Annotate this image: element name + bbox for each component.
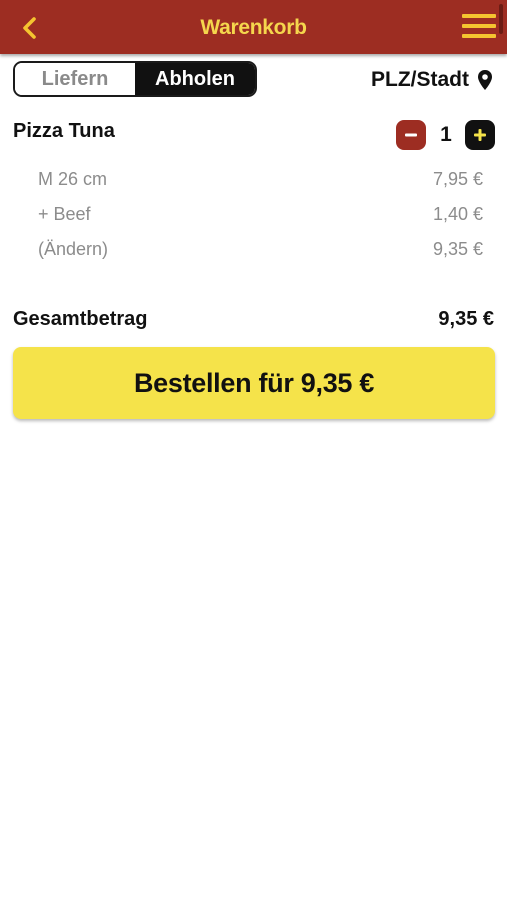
item-detail-extra: + Beef 1,40 € <box>38 204 483 228</box>
minus-icon <box>405 133 417 137</box>
menu-button[interactable] <box>462 14 498 42</box>
item-subtotal: 9,35 € <box>432 239 483 259</box>
decrease-quantity-button[interactable] <box>396 120 426 150</box>
toggle-option-liefern[interactable]: Liefern <box>15 63 135 95</box>
toggle-option-abholen[interactable]: Abholen <box>135 63 255 95</box>
detail-label: M 26 cm <box>38 169 108 189</box>
increase-quantity-button[interactable] <box>465 120 495 150</box>
total-row: Gesamtbetrag 9,35 € <box>13 308 494 334</box>
page-title: Warenkorb <box>200 16 307 39</box>
order-button[interactable]: Bestellen für 9,35 € <box>13 347 495 419</box>
detail-price: 1,40 € <box>432 204 483 224</box>
map-pin-icon <box>478 70 492 90</box>
item-detail-size: M 26 cm 7,95 € <box>38 169 483 193</box>
hamburger-bar <box>462 24 496 28</box>
total-label: Gesamtbetrag <box>13 308 148 330</box>
item-detail-edit: (Ändern) 9,35 € <box>38 239 483 263</box>
total-value: 9,35 € <box>438 308 494 330</box>
detail-label: + Beef <box>38 204 91 224</box>
quantity-value: 1 <box>440 123 452 146</box>
scrollbar[interactable] <box>499 4 503 34</box>
delivery-mode-toggle: Liefern Abholen <box>13 61 257 97</box>
edit-item-link[interactable]: (Ändern) <box>38 239 108 263</box>
app-header: Warenkorb <box>0 0 507 54</box>
location-label: PLZ/Stadt <box>371 68 469 91</box>
hamburger-bar <box>462 34 496 38</box>
plus-icon <box>474 129 486 141</box>
location-selector[interactable]: PLZ/Stadt <box>371 66 493 94</box>
detail-price: 7,95 € <box>432 169 483 189</box>
cart-item-name: Pizza Tuna <box>13 120 115 142</box>
hamburger-menu-icon <box>462 14 496 18</box>
